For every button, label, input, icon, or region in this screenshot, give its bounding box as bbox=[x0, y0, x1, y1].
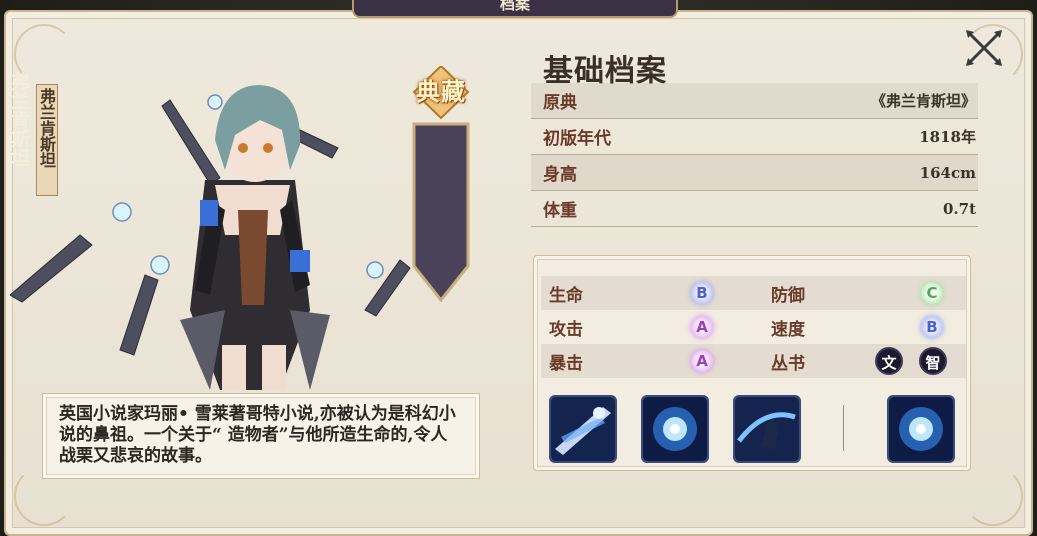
profile-label: 原典 bbox=[543, 93, 577, 113]
profile-row: 体重 0.7t bbox=[531, 191, 978, 227]
profile-value: 1818年 bbox=[919, 128, 976, 146]
grade-badge-hp: B bbox=[691, 282, 713, 304]
stat-label-spd: 速度 bbox=[771, 319, 805, 340]
energy-orb-skill-icon bbox=[643, 397, 707, 461]
profile-label: 初版年代 bbox=[543, 129, 611, 149]
profile-label: 体重 bbox=[543, 201, 577, 221]
skill-slot-1[interactable] bbox=[549, 395, 617, 463]
stat-row: 攻击 A 速度 B bbox=[541, 310, 967, 344]
corner-ornament bbox=[963, 466, 1023, 526]
stat-label-def: 防御 bbox=[771, 285, 805, 306]
energy-orb-passive-icon bbox=[889, 397, 953, 461]
character-name-vertical: 弗兰肯斯坦 bbox=[8, 72, 30, 167]
stat-label-series: 丛书 bbox=[771, 353, 805, 374]
skill-slot-passive[interactable] bbox=[887, 395, 955, 463]
stat-row: 生命 B 防御 C bbox=[541, 276, 967, 310]
skill-slot-3[interactable] bbox=[733, 395, 801, 463]
stat-label-atk: 攻击 bbox=[549, 319, 583, 340]
stat-row: 暴击 A 丛书 文 智 bbox=[541, 344, 967, 378]
collection-banner: 典藏 bbox=[408, 66, 474, 302]
close-button[interactable] bbox=[962, 26, 1006, 70]
archive-tab-title: 档案 bbox=[352, 0, 678, 18]
profile-row: 身高 164cm bbox=[531, 155, 978, 191]
dash-strike-skill-icon bbox=[735, 397, 799, 461]
profile-value: 《弗兰肯斯坦》 bbox=[870, 92, 976, 110]
skill-divider bbox=[843, 405, 844, 451]
grade-badge-crit: A bbox=[691, 350, 713, 372]
close-icon bbox=[966, 30, 1002, 66]
collection-badge: 典藏 bbox=[416, 77, 466, 106]
stat-label-crit: 暴击 bbox=[549, 353, 583, 374]
series-badge-wisdom[interactable]: 智 bbox=[919, 347, 947, 375]
profile-label: 身高 bbox=[543, 165, 577, 185]
grade-badge-def: C bbox=[921, 282, 943, 304]
blade-slash-skill-icon bbox=[551, 397, 615, 461]
profile-table: 原典 《弗兰肯斯坦》 初版年代 1818年 身高 164cm 体重 0.7t bbox=[531, 83, 978, 227]
profile-row: 原典 《弗兰肯斯坦》 bbox=[531, 83, 978, 119]
stat-rows: 生命 B 防御 C 攻击 A 速度 B 暴击 A 丛书 文 智 bbox=[541, 276, 967, 378]
character-name-small: 弗兰肯斯坦 bbox=[37, 88, 56, 168]
character-description: 英国小说家玛丽• 雪莱著哥特小说,亦被认为是科幻小说的鼻祖。一个关于“ 造物者”… bbox=[59, 404, 456, 466]
profile-row: 初版年代 1818年 bbox=[531, 119, 978, 155]
profile-value: 0.7t bbox=[942, 199, 976, 218]
profile-value: 164cm bbox=[919, 163, 976, 182]
skill-slot-2[interactable] bbox=[641, 395, 709, 463]
stat-label-hp: 生命 bbox=[549, 285, 583, 306]
series-badge-literature[interactable]: 文 bbox=[875, 347, 903, 375]
grade-badge-atk: A bbox=[691, 316, 713, 338]
grade-badge-spd: B bbox=[921, 316, 943, 338]
character-portrait bbox=[9, 60, 440, 390]
description-box: 英国小说家玛丽• 雪莱著哥特小说,亦被认为是科幻小说的鼻祖。一个关于“ 造物者”… bbox=[42, 393, 480, 479]
